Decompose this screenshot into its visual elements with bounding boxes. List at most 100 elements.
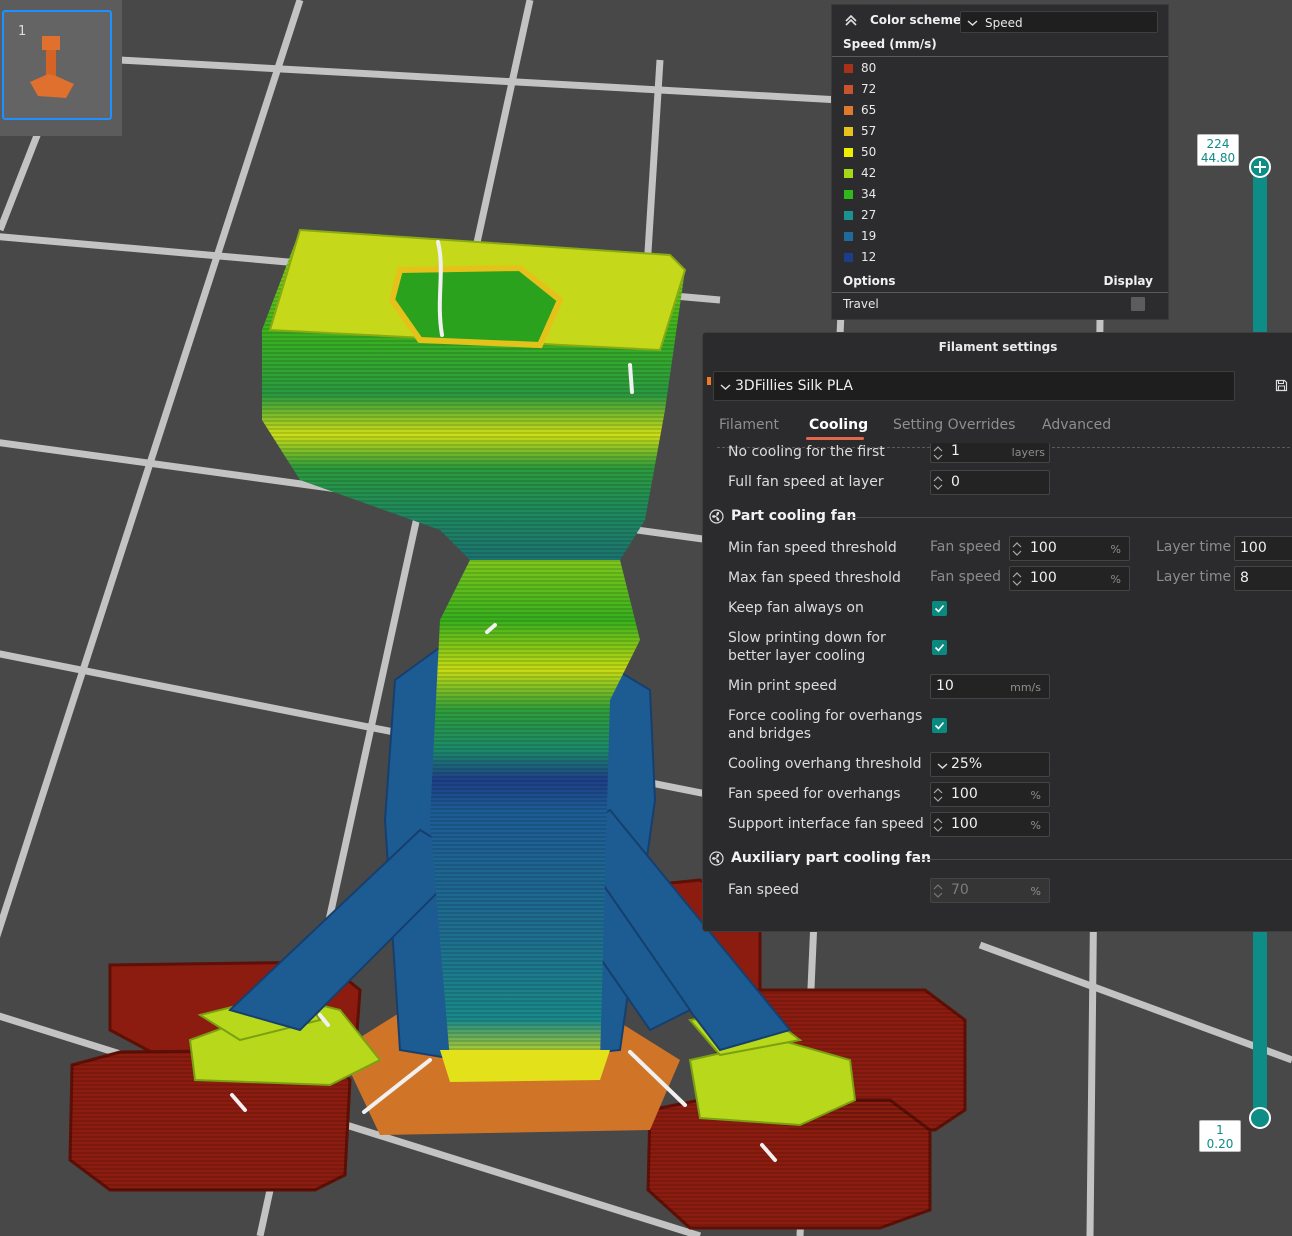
spin-icon[interactable] [933, 444, 943, 462]
tab-setting-overrides[interactable]: Setting Overrides [893, 417, 1015, 433]
spin-icon[interactable] [933, 474, 943, 492]
travel-checkbox[interactable] [1131, 297, 1145, 311]
keep-fan-checkbox[interactable] [932, 601, 947, 616]
legend-value: 12 [861, 250, 877, 264]
slow-down-label-line1: Slow printing down for [728, 630, 886, 646]
keep-fan-label: Keep fan always on [728, 600, 864, 616]
no-cooling-label: No cooling for the first [728, 444, 885, 460]
slow-down-label-line2: better layer cooling [728, 648, 866, 664]
mm-per-s-unit: mm/s [1010, 681, 1041, 694]
aux-fan-speed-label: Fan speed [728, 882, 799, 898]
percent-unit: % [1110, 543, 1121, 556]
slow-down-checkbox[interactable] [932, 640, 947, 655]
divider [845, 517, 1292, 518]
layer-slider-bottom-handle[interactable] [1249, 1107, 1271, 1129]
force-cooling-checkbox[interactable] [932, 718, 947, 733]
fan-overhangs-input[interactable]: 100 % [930, 782, 1050, 807]
max-fan-label: Max fan speed threshold [728, 570, 901, 586]
min-print-speed-label: Min print speed [728, 678, 837, 694]
force-cooling-label-line1: Force cooling for overhangs [728, 708, 923, 724]
overhang-threshold-select[interactable]: 25% [930, 752, 1050, 777]
top-layer-tag: 224 44.80 [1197, 134, 1239, 166]
filament-settings-panel: Filament settings 3DFillies Silk PLA Fil… [702, 332, 1292, 932]
part-fan-header: Part cooling fan [731, 508, 857, 524]
plus-icon [1254, 161, 1266, 173]
percent-unit: % [1030, 819, 1041, 832]
fan-speed-sublabel: Fan speed [930, 539, 1001, 555]
spin-icon[interactable] [933, 786, 943, 804]
legend-value: 80 [861, 61, 877, 75]
min-layer-time-input[interactable]: 100 [1234, 536, 1292, 561]
min-layer-time-value: 100 [1240, 540, 1267, 556]
spin-icon[interactable] [1012, 540, 1022, 558]
legend-swatch [844, 169, 853, 178]
overhang-threshold-label: Cooling overhang threshold [728, 756, 922, 772]
support-fan-value: 100 [951, 816, 978, 832]
modified-indicator [707, 377, 711, 385]
max-layer-time-value: 8 [1240, 570, 1249, 586]
filament-preset-select[interactable]: 3DFillies Silk PLA [713, 371, 1235, 401]
tab-cooling[interactable]: Cooling [809, 417, 868, 433]
spin-icon[interactable] [933, 882, 943, 900]
percent-unit: % [1030, 789, 1041, 802]
legend-value: 34 [861, 187, 877, 201]
layer-slider-top-handle[interactable] [1249, 156, 1271, 178]
min-print-speed-input[interactable]: 10 mm/s [930, 674, 1050, 699]
legend-value: 57 [861, 124, 877, 138]
legend-swatch [844, 253, 853, 262]
max-fan-speed-input[interactable]: 100 % [1009, 566, 1130, 591]
no-cooling-layers-input[interactable]: 1 layers [930, 443, 1050, 463]
top-layer-height: 44.80 [1200, 151, 1236, 165]
max-fan-speed-value: 100 [1030, 570, 1057, 586]
no-cooling-value: 1 [951, 443, 960, 459]
chevron-down-icon [967, 20, 978, 27]
tab-filament[interactable]: Filament [719, 417, 779, 433]
tab-advanced[interactable]: Advanced [1042, 417, 1111, 433]
legend-swatch [844, 127, 853, 136]
filament-preset-value: 3DFillies Silk PLA [735, 378, 854, 394]
min-fan-speed-input[interactable]: 100 % [1009, 536, 1130, 561]
color-scheme-select[interactable]: Speed [960, 11, 1158, 33]
panel-title: Filament settings [938, 340, 1058, 354]
min-print-speed-value: 10 [936, 678, 954, 694]
checkmark-icon [934, 721, 945, 730]
max-layer-time-input[interactable]: 8 [1234, 566, 1292, 591]
fan-overhangs-label: Fan speed for overhangs [728, 786, 901, 802]
percent-unit: % [1110, 573, 1121, 586]
top-layer-number: 224 [1206, 137, 1230, 151]
support-fan-input[interactable]: 100 % [930, 812, 1050, 837]
active-tab-indicator [806, 437, 864, 440]
legend-header[interactable]: Color scheme Speed [832, 5, 1168, 37]
speed-legend-header: Speed (mm/s) [843, 37, 937, 51]
collapse-chevron-icon[interactable] [844, 14, 858, 26]
legend-value: 65 [861, 103, 877, 117]
legend-swatch [844, 64, 853, 73]
divider [832, 56, 1168, 57]
object-index: 1 [18, 24, 27, 39]
min-fan-label: Min fan speed threshold [728, 540, 897, 556]
fan-icon [709, 851, 724, 866]
legend-title: Color scheme [870, 13, 962, 27]
legend-value: 27 [861, 208, 877, 222]
options-label: Options [843, 274, 896, 288]
force-cooling-label-line2: and bridges [728, 726, 812, 742]
bottom-layer-height: 0.20 [1206, 1137, 1234, 1151]
spin-icon[interactable] [933, 816, 943, 834]
object-list-panel: 1 [0, 0, 122, 136]
overhang-threshold-value: 25% [951, 756, 983, 772]
legend-swatch [844, 211, 853, 220]
save-icon[interactable] [1275, 379, 1288, 392]
legend-value: 50 [861, 145, 877, 159]
legend-swatch [844, 148, 853, 157]
color-legend: Color scheme Speed Speed (mm/s) 80 72 65 57… [831, 4, 1169, 320]
spin-icon[interactable] [1012, 570, 1022, 588]
fan-speed-sublabel: Fan speed [930, 569, 1001, 585]
aux-fan-header: Auxiliary part cooling fan [731, 850, 932, 866]
min-fan-speed-value: 100 [1030, 540, 1057, 556]
full-fan-layer-input[interactable]: 0 [930, 470, 1050, 495]
bottom-layer-number: 1 [1216, 1123, 1224, 1137]
aux-fan-speed-input[interactable]: 70 % [930, 878, 1050, 903]
aux-fan-speed-value: 70 [951, 882, 969, 898]
legend-value: 72 [861, 82, 877, 96]
legend-swatch [844, 85, 853, 94]
